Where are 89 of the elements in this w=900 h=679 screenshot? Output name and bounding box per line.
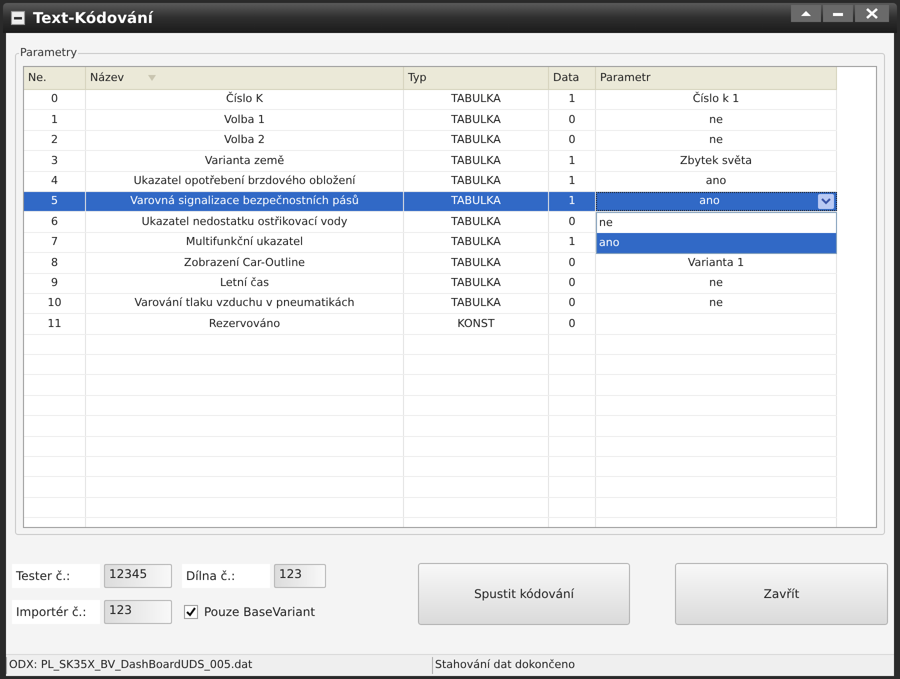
- table-cell: Zobrazení Car-Outline: [86, 253, 404, 273]
- window-menu-icon[interactable]: [11, 11, 25, 25]
- column-header[interactable]: Parametr: [596, 67, 837, 89]
- table-row[interactable]: 9 Letní čas TABULKA 0 ne: [24, 274, 837, 294]
- table-row[interactable]: 2 Volba 2 TABULKA 0 ne: [24, 130, 837, 152]
- input-field[interactable]: 12345: [104, 564, 172, 588]
- input-field[interactable]: 123: [104, 600, 172, 624]
- column-header[interactable]: Ne.: [24, 67, 86, 89]
- table-cell: 0: [24, 90, 86, 110]
- table-cell: 9: [24, 274, 86, 293]
- table-cell: TABULKA: [404, 130, 549, 150]
- table-cell: 2: [24, 130, 86, 150]
- table-cell: Volba 1: [86, 110, 404, 130]
- table-cell: Ukazatel nedostatku ostřikovací vody: [86, 212, 404, 232]
- table-row[interactable]: 1 Volba 1 TABULKA 0 ne: [24, 110, 837, 131]
- table-cell: 0: [549, 274, 596, 293]
- table-cell: TABULKA: [404, 110, 549, 130]
- table-cell: 0: [549, 253, 596, 273]
- table-cell: Zbytek světa: [596, 151, 837, 171]
- table-row[interactable]: 5 Varovná signalizace bezpečnostních pásů TABULKA 1 ano: [24, 192, 837, 212]
- table-cell: Multifunkční ukazatel: [86, 232, 404, 252]
- status-text: Stahování dat dokončeno: [432, 657, 575, 674]
- close-button[interactable]: Zavřít: [675, 563, 888, 625]
- maximize-icon[interactable]: [791, 5, 821, 22]
- table-cell: Rezervováno: [86, 314, 404, 334]
- table-cell: Číslo K: [86, 90, 404, 110]
- column-header[interactable]: Typ: [404, 67, 549, 89]
- table-cell: TABULKA: [404, 172, 549, 191]
- table-cell: TABULKA: [404, 274, 549, 293]
- table-cell: ne: [596, 274, 837, 293]
- table-row[interactable]: 11 Rezervováno KONST 0: [24, 314, 837, 335]
- minimize-icon[interactable]: [823, 5, 853, 22]
- table-cell: 5: [24, 192, 86, 212]
- table-cell: Ukazatel opotřebení brzdového obložení: [86, 172, 404, 191]
- table-cell: ne: [596, 130, 837, 150]
- table-cell: 4: [24, 172, 86, 191]
- table-cell: 10: [24, 294, 86, 314]
- table-cell: 7: [24, 232, 86, 252]
- table-cell: 1: [549, 151, 596, 171]
- check-icon: [186, 607, 196, 617]
- table-row[interactable]: 3 Varianta země TABULKA 1 Zbytek světa: [24, 151, 837, 172]
- dropdown-option[interactable]: ano: [597, 233, 836, 254]
- table-cell: KONST: [404, 314, 549, 334]
- table-cell: 0: [549, 294, 596, 314]
- table-cell: 1: [549, 172, 596, 191]
- checkbox[interactable]: [184, 605, 198, 619]
- table-cell: 0: [549, 314, 596, 334]
- table-cell: TABULKA: [404, 90, 549, 110]
- table-row[interactable]: 0 Číslo K TABULKA 1 Číslo k 1: [24, 90, 837, 110]
- table-cell: ne: [596, 294, 837, 314]
- table-cell: TABULKA: [404, 192, 549, 212]
- table-cell: 8: [24, 253, 86, 273]
- table-cell: TABULKA: [404, 253, 549, 273]
- dropdown-option[interactable]: ne: [597, 213, 836, 234]
- table-cell: Varovná signalizace bezpečnostních pásů: [86, 192, 404, 212]
- table-row[interactable]: 4 Ukazatel opotřebení brzdového obložení TABULKA 1 ano: [24, 172, 837, 192]
- table-cell: Volba 2: [86, 130, 404, 150]
- table-cell: 3: [24, 151, 86, 171]
- field-label: Tester č.:: [12, 564, 100, 588]
- table-cell: Varování tlaku vzduchu v pneumatikách: [86, 294, 404, 314]
- close-icon[interactable]: [855, 5, 889, 22]
- table-cell: Letní čas: [86, 274, 404, 293]
- table-cell: TABULKA: [404, 232, 549, 252]
- table-cell: 0: [549, 130, 596, 150]
- table-cell: 11: [24, 314, 86, 334]
- status-text: ODX: PL_SK35X_BV_DashBoardUDS_005.dat: [6, 657, 432, 674]
- table-cell: 6: [24, 212, 86, 232]
- field-label: Importér č.:: [12, 600, 100, 624]
- input-field[interactable]: 123: [274, 564, 326, 588]
- checkbox-label: Pouze BaseVariant: [204, 604, 316, 621]
- start-coding-button[interactable]: Spustit kódování: [418, 563, 630, 625]
- column-header[interactable]: Data: [549, 67, 596, 89]
- table-row[interactable]: 8 Zobrazení Car-Outline TABULKA 0 Varianta 1: [24, 253, 837, 274]
- group-title: Parametry: [19, 45, 78, 61]
- table-cell: ano: [596, 172, 837, 191]
- table-row[interactable]: 10 Varování tlaku vzduchu v pneumatikách TABULKA 0 ne: [24, 294, 837, 314]
- table-cell: TABULKA: [404, 212, 549, 232]
- table-cell: 0: [549, 110, 596, 130]
- table-cell: Varianta země: [86, 151, 404, 171]
- column-header[interactable]: Název: [86, 67, 404, 89]
- value-dropdown[interactable]: ano: [596, 192, 837, 212]
- window-title: Text-Kódování: [33, 8, 153, 29]
- field-label: Dílna č.:: [182, 564, 270, 588]
- table-cell: 1: [24, 110, 86, 130]
- table-cell: Číslo k 1: [596, 90, 837, 110]
- table-cell: TABULKA: [404, 151, 549, 171]
- table-cell: 1: [549, 90, 596, 110]
- table-cell: TABULKA: [404, 294, 549, 314]
- table-cell: ne: [596, 110, 837, 130]
